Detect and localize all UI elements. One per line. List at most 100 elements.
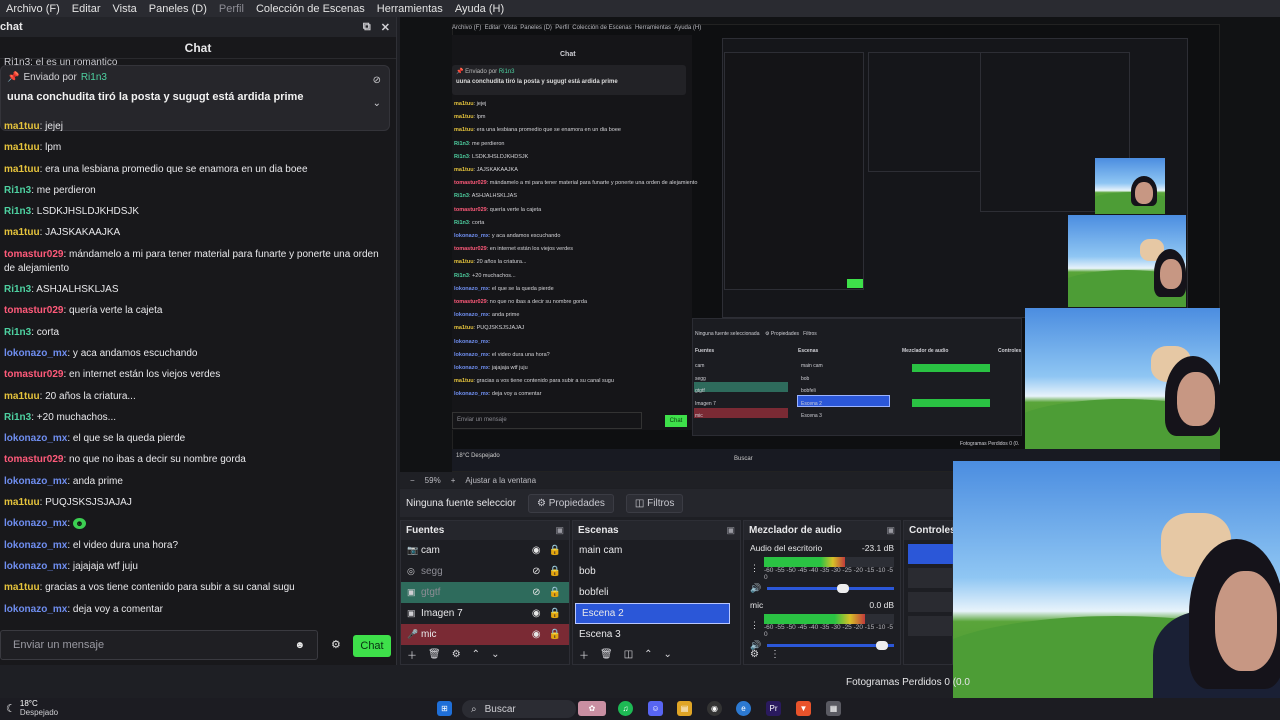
dock-menu-icon[interactable]: ▣ xyxy=(726,525,735,536)
chat-username[interactable]: lokonazo_mx xyxy=(4,476,67,487)
scene-item[interactable]: bob xyxy=(573,561,740,582)
chat-username[interactable]: ma1tuu xyxy=(4,121,40,132)
zoom-out-icon[interactable]: − xyxy=(410,476,415,485)
dock-menu-icon[interactable]: ▣ xyxy=(555,525,564,536)
emoji-icon[interactable]: ☻ xyxy=(294,640,305,651)
taskbar-search[interactable]: ⌕ Buscar xyxy=(462,700,576,718)
lock-icon[interactable]: 🔒 xyxy=(549,545,561,556)
eye-icon[interactable]: ◉ xyxy=(532,608,541,619)
chat-settings-icon[interactable]: ⚙ xyxy=(331,638,341,651)
chat-username[interactable]: Ri1n3 xyxy=(4,185,31,196)
start-streaming-button[interactable] xyxy=(908,544,954,564)
weather-widget[interactable]: ☾ 18°C Despejado xyxy=(6,699,58,717)
lock-icon[interactable]: 🔒 xyxy=(549,608,561,619)
slider-handle[interactable] xyxy=(836,584,849,593)
lock-icon[interactable]: 🔒 xyxy=(549,566,561,577)
spotify-icon[interactable]: ♫ xyxy=(618,701,633,716)
chevron-down-icon[interactable]: ⌄ xyxy=(373,98,381,109)
brave-icon[interactable]: ▼ xyxy=(796,701,811,716)
windows-start-icon[interactable]: ⊞ xyxy=(437,701,452,716)
source-item[interactable]: ◎ segg ⊘ 🔒 xyxy=(401,561,569,582)
source-item[interactable]: 🎤 mic ◉ 🔒 xyxy=(401,624,569,645)
remove-scene-icon[interactable]: 🗑 xyxy=(600,649,613,660)
studio-mode-button[interactable] xyxy=(908,616,954,636)
chat-username[interactable]: tomastur029 xyxy=(4,305,63,316)
premiere-icon[interactable]: Pr xyxy=(766,701,781,716)
track-menu-icon[interactable]: ⋮ xyxy=(750,563,759,574)
chat-send-button[interactable]: Chat xyxy=(353,635,391,657)
menu-herramientas[interactable]: Herramientas xyxy=(371,3,449,15)
chat-username[interactable]: lokonazo_mx xyxy=(4,604,67,615)
menu-vista[interactable]: Vista xyxy=(107,3,143,15)
chat-username[interactable]: lokonazo_mx xyxy=(4,540,67,551)
chat-username[interactable]: tomastur029 xyxy=(4,369,63,380)
discord-icon[interactable]: ☺ xyxy=(648,701,663,716)
mixer-menu-icon[interactable]: ⋮ xyxy=(770,649,780,660)
chat-username[interactable]: ma1tuu xyxy=(4,164,40,175)
chat-username[interactable]: ma1tuu xyxy=(4,582,40,593)
source-item[interactable]: 📷 cam ◉ 🔒 xyxy=(401,540,569,561)
source-settings-icon[interactable]: ⚙ xyxy=(452,649,461,660)
volume-slider[interactable] xyxy=(767,584,894,593)
menu-paneles[interactable]: Paneles (D) xyxy=(143,3,213,15)
add-scene-icon[interactable]: ＋ xyxy=(579,647,589,662)
lock-icon[interactable]: 🔒 xyxy=(549,587,561,598)
menu-coleccion-escenas[interactable]: Colección de Escenas xyxy=(250,3,371,15)
chat-username[interactable]: Ri1n3 xyxy=(4,327,31,338)
speaker-icon[interactable]: 🔊 xyxy=(750,583,761,594)
source-item[interactable]: ▣ Imagen 7 ◉ 🔒 xyxy=(401,603,569,624)
advanced-audio-icon[interactable]: ⚙ xyxy=(750,649,759,660)
eye-icon[interactable]: ◉ xyxy=(532,629,541,640)
scene-item[interactable]: bobfeli xyxy=(573,582,740,603)
zoom-in-icon[interactable]: + xyxy=(451,476,456,485)
chat-username[interactable]: ma1tuu xyxy=(4,227,40,238)
move-down-icon[interactable]: ⌄ xyxy=(491,649,499,660)
add-source-icon[interactable]: ＋ xyxy=(407,647,417,662)
chat-username[interactable]: ma1tuu xyxy=(4,142,40,153)
chat-username[interactable]: tomastur029 xyxy=(4,454,63,465)
scene-item[interactable]: main cam xyxy=(573,540,740,561)
chat-username[interactable]: ma1tuu xyxy=(4,391,40,402)
fit-to-window[interactable]: Ajustar a la ventana xyxy=(465,476,536,485)
eye-icon[interactable]: ◉ xyxy=(532,545,541,556)
scene-item[interactable]: Escena 2 xyxy=(575,603,730,624)
virtual-camera-button[interactable] xyxy=(908,592,954,612)
dock-menu-icon[interactable]: ▣ xyxy=(886,525,895,536)
unpin-icon[interactable]: ⊘ xyxy=(373,75,381,86)
chat-username[interactable]: lokonazo_mx xyxy=(4,433,67,444)
menu-ayuda[interactable]: Ayuda (H) xyxy=(449,3,510,15)
file-explorer-icon[interactable]: ▤ xyxy=(677,701,692,716)
chat-username[interactable]: Ri1n3 xyxy=(4,412,31,423)
chat-input[interactable]: Enviar un mensaje ☻ xyxy=(0,630,318,660)
lock-icon[interactable]: 🔒 xyxy=(549,629,561,640)
chat-username[interactable]: Ri1n3 xyxy=(4,206,31,217)
chat-username[interactable]: lokonazo_mx xyxy=(4,518,67,529)
close-dock-icon[interactable]: ✕ xyxy=(381,21,390,34)
float-dock-icon[interactable]: ⧉ xyxy=(363,21,371,34)
scene-filter-icon[interactable]: ◫ xyxy=(624,649,633,660)
eye-off-icon[interactable]: ⊘ xyxy=(532,587,540,598)
move-up-icon[interactable]: ⌃ xyxy=(472,649,480,660)
scene-item[interactable]: Escena 3 xyxy=(573,624,740,645)
menu-editar[interactable]: Editar xyxy=(66,3,107,15)
move-up-icon[interactable]: ⌃ xyxy=(644,649,652,660)
source-item[interactable]: ▣ gtgtf ⊘ 🔒 xyxy=(401,582,569,603)
move-down-icon[interactable]: ⌄ xyxy=(664,649,672,660)
track-menu-icon[interactable]: ⋮ xyxy=(750,620,759,631)
obs-icon[interactable]: ◉ xyxy=(707,701,722,716)
chat-username[interactable]: ma1tuu xyxy=(4,497,40,508)
start-recording-button[interactable] xyxy=(908,568,954,588)
remove-source-icon[interactable]: 🗑 xyxy=(428,649,441,660)
properties-button[interactable]: ⚙ Propiedades xyxy=(528,493,614,513)
chat-username[interactable]: Ri1n3 xyxy=(4,284,31,295)
chat-username[interactable]: tomastur029 xyxy=(4,249,63,260)
zoom-level[interactable]: 59% xyxy=(425,476,441,485)
menu-archivo[interactable]: Archivo (F) xyxy=(0,3,66,15)
calculator-icon[interactable]: ▦ xyxy=(826,701,841,716)
menu-perfil[interactable]: Perfil xyxy=(213,3,250,15)
chat-username[interactable]: lokonazo_mx xyxy=(4,561,67,572)
edge-icon[interactable]: e xyxy=(736,701,751,716)
eye-off-icon[interactable]: ⊘ xyxy=(532,566,540,577)
chat-username[interactable]: lokonazo_mx xyxy=(4,348,67,359)
filters-button[interactable]: ◫ Filtros xyxy=(625,493,684,513)
